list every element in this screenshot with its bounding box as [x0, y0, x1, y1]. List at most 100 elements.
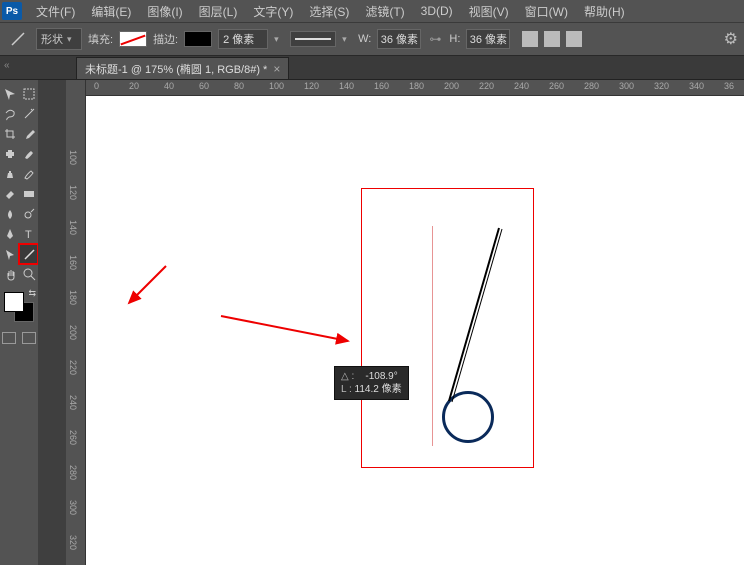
menu-layer[interactable]: 图层(L)	[191, 3, 246, 20]
hand-tool[interactable]	[0, 264, 19, 284]
clone-stamp-tool[interactable]	[0, 164, 19, 184]
path-arrange-icon[interactable]	[544, 31, 560, 47]
dodge-tool[interactable]	[19, 204, 38, 224]
gradient-tool[interactable]	[19, 184, 38, 204]
menu-bar: Ps 文件(F) 编辑(E) 图像(I) 图层(L) 文字(Y) 选择(S) 滤…	[0, 0, 744, 22]
line-shape-tool[interactable]	[19, 244, 38, 264]
ruler-h-label: 100	[269, 81, 284, 91]
close-icon[interactable]: ×	[273, 62, 280, 76]
chevron-down-icon: ▾	[67, 34, 77, 45]
stroke-width-input[interactable]	[218, 29, 268, 49]
healing-brush-tool[interactable]	[0, 144, 19, 164]
info-angle-label: △ :	[341, 371, 354, 382]
ruler-v-label: 200	[68, 325, 78, 340]
toolbox: T ⇆	[0, 80, 38, 565]
pen-tool[interactable]	[0, 224, 19, 244]
shape-mode-dropdown[interactable]: 形状 ▾	[36, 28, 82, 50]
path-align-icon[interactable]	[522, 31, 538, 47]
path-options-icon[interactable]	[566, 31, 582, 47]
foreground-color-swatch[interactable]	[4, 292, 24, 312]
crop-tool[interactable]	[0, 124, 19, 144]
lasso-tool[interactable]	[0, 104, 19, 124]
ruler-h-label: 280	[584, 81, 599, 91]
type-tool[interactable]: T	[19, 224, 38, 244]
guide-vertical	[432, 226, 433, 446]
brush-tool[interactable]	[19, 144, 38, 164]
gear-icon[interactable]: ⚙	[724, 29, 738, 49]
zoom-tool[interactable]	[19, 264, 38, 284]
fill-swatch[interactable]	[119, 31, 147, 47]
menu-file[interactable]: 文件(F)	[28, 3, 83, 20]
document-tab[interactable]: 未标题-1 @ 175% (椭圆 1, RGB/8#) * ×	[76, 57, 289, 79]
menu-window[interactable]: 窗口(W)	[517, 3, 576, 20]
history-brush-tool[interactable]	[19, 164, 38, 184]
quick-mask-group	[2, 332, 36, 344]
options-bar: 形状 ▾ 填充: 描边: ▾ ▾ W: ⊶ H: ⚙	[0, 22, 744, 56]
menu-3d[interactable]: 3D(D)	[413, 4, 461, 18]
ruler-h-label: 240	[514, 81, 529, 91]
stroke-style-dropdown[interactable]	[290, 31, 336, 47]
ruler-h-label: 180	[409, 81, 424, 91]
info-angle-value: -108.9°	[365, 371, 397, 382]
panel-handle-icon[interactable]: «	[4, 60, 10, 71]
menu-edit[interactable]: 编辑(E)	[83, 3, 139, 20]
annotation-arrow	[121, 261, 171, 311]
ruler-h-label: 220	[479, 81, 494, 91]
ruler-h-label: 260	[549, 81, 564, 91]
ruler-v-label: 300	[68, 500, 78, 515]
ruler-h-label: 300	[619, 81, 634, 91]
stroke-swatch[interactable]	[184, 31, 212, 47]
ruler-v-label: 180	[68, 290, 78, 305]
line-tool-icon	[6, 27, 30, 51]
swap-colors-icon[interactable]: ⇆	[28, 288, 36, 299]
menu-help[interactable]: 帮助(H)	[576, 3, 633, 20]
eraser-tool[interactable]	[0, 184, 19, 204]
ruler-v-label: 120	[68, 185, 78, 200]
ruler-horizontal[interactable]: 0 20 40 60 80 100 120 140 160 180 200 22…	[86, 80, 744, 96]
document-tab-title: 未标题-1 @ 175% (椭圆 1, RGB/8#) *	[85, 61, 267, 77]
annotation-arrow	[216, 311, 356, 351]
fill-label: 填充:	[88, 31, 113, 47]
align-icons-group	[522, 31, 582, 47]
link-icon[interactable]: ⊶	[427, 31, 443, 47]
width-input[interactable]	[377, 29, 421, 49]
magic-wand-tool[interactable]	[19, 104, 38, 124]
ruler-v-label: 100	[68, 150, 78, 165]
screen-mode-icon[interactable]	[22, 332, 36, 344]
info-length-label: L :	[341, 384, 352, 395]
marquee-tool[interactable]	[19, 84, 38, 104]
menu-view[interactable]: 视图(V)	[461, 3, 517, 20]
ruler-v-label: 160	[68, 255, 78, 270]
quick-mask-icon[interactable]	[2, 332, 16, 344]
info-length-value: 114.2 像素	[355, 384, 402, 395]
path-selection-tool[interactable]	[0, 244, 19, 264]
ruler-h-label: 36	[724, 81, 734, 91]
ruler-h-label: 60	[199, 81, 209, 91]
ruler-h-label: 120	[304, 81, 319, 91]
ruler-h-label: 40	[164, 81, 174, 91]
panel-gutter	[38, 80, 66, 565]
eyedropper-tool[interactable]	[19, 124, 38, 144]
menu-type[interactable]: 文字(Y)	[245, 3, 301, 20]
ruler-h-label: 0	[94, 81, 99, 91]
menu-filter[interactable]: 滤镜(T)	[357, 3, 412, 20]
height-label: H:	[449, 33, 460, 45]
canvas-area[interactable]: 0 20 40 60 80 100 120 140 160 180 200 22…	[86, 80, 744, 565]
height-input[interactable]	[466, 29, 510, 49]
transform-info-tooltip: △ : -108.9° L : 114.2 像素	[334, 366, 409, 400]
blur-tool[interactable]	[0, 204, 19, 224]
ruler-v-label: 280	[68, 465, 78, 480]
chevron-down-icon[interactable]: ▾	[342, 34, 352, 45]
menu-select[interactable]: 选择(S)	[301, 3, 357, 20]
stroke-label: 描边:	[153, 31, 178, 47]
svg-text:T: T	[25, 229, 32, 241]
ruler-vertical[interactable]: 100 120 140 160 180 200 220 240 260 280 …	[66, 80, 86, 565]
ruler-v-label: 220	[68, 360, 78, 375]
menu-image[interactable]: 图像(I)	[139, 3, 190, 20]
document-tab-bar: 未标题-1 @ 175% (椭圆 1, RGB/8#) * ×	[0, 56, 744, 80]
move-tool[interactable]	[0, 84, 19, 104]
chevron-down-icon[interactable]: ▾	[274, 34, 284, 45]
ruler-v-label: 260	[68, 430, 78, 445]
ruler-h-label: 320	[654, 81, 669, 91]
document-canvas[interactable]: △ : -108.9° L : 114.2 像素	[86, 96, 744, 565]
